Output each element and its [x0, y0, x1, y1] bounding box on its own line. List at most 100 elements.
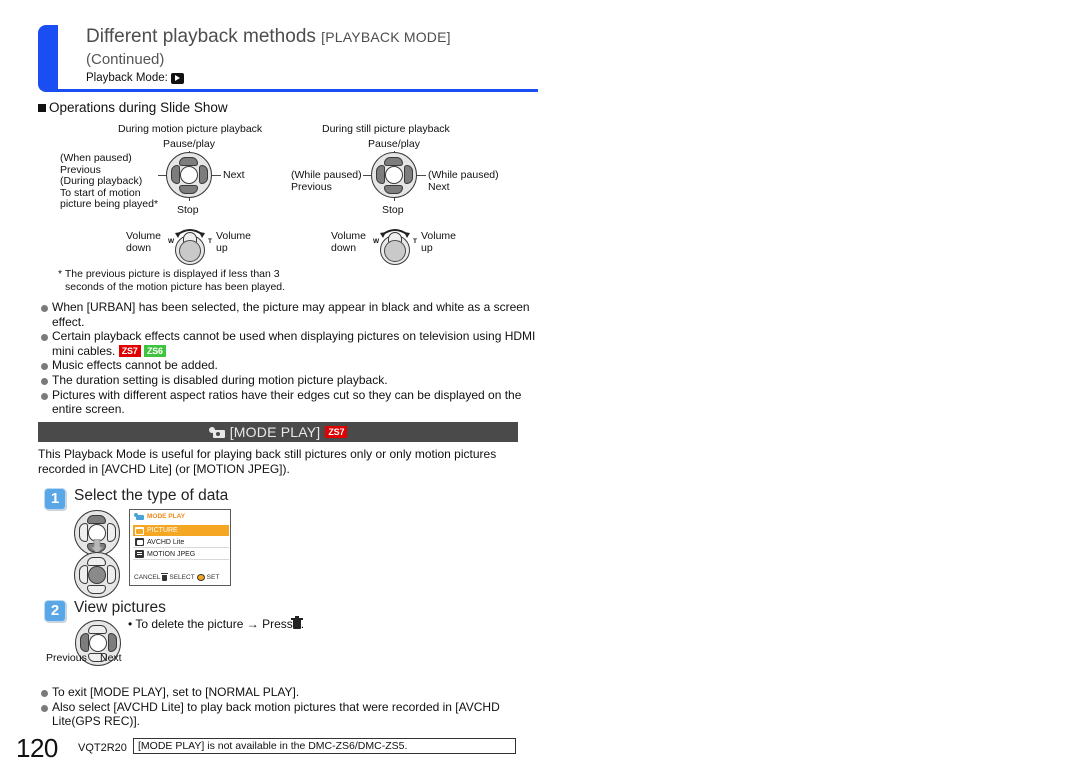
pad-left-segment[interactable] — [375, 165, 385, 184]
mjpeg-icon — [135, 550, 144, 558]
lever-knob[interactable] — [384, 240, 406, 262]
lever-t-label: T — [413, 238, 417, 245]
avchd-icon — [135, 538, 144, 546]
pad-down-segment[interactable] — [179, 184, 198, 194]
trash-icon — [290, 616, 303, 629]
pad-up-segment[interactable] — [179, 156, 198, 166]
pad-label-stop-motion: Stop — [177, 204, 199, 216]
lever-t-label: T — [208, 238, 212, 245]
pad-up-segment[interactable] — [384, 156, 403, 166]
pad-left-segment[interactable] — [170, 165, 180, 184]
notes-list: When [URBAN] has been selected, the pict… — [40, 300, 540, 417]
zoom-lever-motion[interactable]: W T — [166, 226, 214, 266]
step-2-title: View pictures — [74, 599, 166, 616]
mode-play-title: [MODE PLAY] — [229, 424, 321, 440]
step-1-cursor-pad-set[interactable] — [74, 552, 120, 598]
pad-left-line-1: (When paused) — [60, 152, 132, 164]
document-code: VQT2R20 — [78, 742, 127, 754]
page-title: Different playback methods [PLAYBACK MOD… — [86, 26, 451, 48]
zoom-lever-still[interactable]: W T — [371, 226, 419, 266]
lcd-menu-item-picture[interactable]: PICTURE — [133, 525, 229, 536]
pad-label-pause-play-still: Pause/play — [368, 138, 420, 150]
pad-label-next-motion: Next — [223, 169, 245, 181]
page-title-main: Different playback methods — [86, 26, 316, 47]
pad-left-line-4: To start of motion — [60, 186, 141, 199]
note-text: When [URBAN] has been selected, the pict… — [52, 300, 530, 329]
lever-w-label: W — [168, 238, 175, 245]
pad-left-segment[interactable] — [78, 565, 88, 584]
pad-left-segment[interactable] — [78, 523, 88, 542]
still-right-line-2: Next — [428, 180, 450, 193]
note-text: Also select [AVCHD Lite] to play back mo… — [52, 699, 500, 729]
pad-label-left-motion: (When paused) Previous (During playback)… — [60, 152, 159, 211]
still-right-line-1: (While paused) — [428, 169, 499, 181]
lcd-title: MODE PLAY — [134, 513, 185, 520]
pad-left-line-3: (During playback) — [60, 175, 143, 187]
lever-knob[interactable] — [179, 240, 201, 262]
list-item: Certain playback effects cannot be used … — [40, 329, 540, 358]
step-2-note-bullet: • — [128, 617, 133, 631]
pad-left-segment[interactable] — [79, 633, 89, 652]
pad-up-segment[interactable] — [87, 514, 106, 524]
section-heading-label: Operations during Slide Show — [49, 100, 228, 115]
manual-page: Different playback methods [PLAYBACK MOD… — [0, 0, 1080, 765]
pad-right-segment[interactable] — [403, 165, 413, 184]
volume-down-line-1: Volume — [126, 230, 162, 242]
footnote: * The previous picture is displayed if l… — [58, 268, 518, 294]
pad-up-segment[interactable] — [88, 624, 107, 634]
list-item: When [URBAN] has been selected, the pict… — [40, 300, 540, 329]
badge-zs6: ZS6 — [143, 345, 166, 357]
pad-left-line-5: picture being played* — [60, 198, 159, 210]
trash-icon — [161, 573, 169, 581]
camera-lcd-screen: MODE PLAY PICTURE AVCHD Lite MOTION JPEG… — [129, 509, 231, 586]
note-text: To exit [MODE PLAY], set to [NORMAL PLAY… — [52, 685, 300, 699]
camera-icon — [208, 426, 225, 438]
diagram-caption-motion: During motion picture playback — [118, 123, 263, 135]
lcd-cancel-label: CANCEL — [134, 574, 161, 581]
pad-center-button[interactable] — [385, 166, 403, 184]
pad-right-segment[interactable] — [198, 165, 208, 184]
pad-label-pause-play-motion: Pause/play — [163, 138, 215, 150]
lever-label-volume-up-still: Volume up — [421, 230, 457, 254]
volume-down-line-2: down — [126, 241, 152, 254]
bottom-notes-list: To exit [MODE PLAY], set to [NORMAL PLAY… — [40, 685, 540, 729]
page-header: Different playback methods [PLAYBACK MOD… — [38, 25, 538, 92]
pad-right-segment[interactable] — [107, 633, 117, 652]
volume-down-line-1: Volume — [331, 230, 367, 242]
lcd-menu-item-motion-jpeg[interactable]: MOTION JPEG — [133, 549, 229, 560]
page-number: 120 — [16, 733, 58, 763]
lever-label-volume-down-motion: Volume down — [126, 230, 162, 254]
pad-right-segment[interactable] — [106, 523, 116, 542]
list-item: Music effects cannot be added. — [40, 358, 540, 373]
pad-right-segment[interactable] — [106, 565, 116, 584]
lcd-set-label: SET — [206, 574, 220, 581]
continued-label: (Continued) — [86, 51, 165, 68]
pad-center-button[interactable] — [89, 634, 107, 652]
list-item: Pictures with different aspect ratios ha… — [40, 388, 540, 417]
section-heading: Operations during Slide Show — [38, 100, 228, 115]
pad-center-button[interactable] — [88, 566, 106, 584]
cursor-pad-motion[interactable] — [166, 152, 212, 198]
header-body: Different playback methods [PLAYBACK MOD… — [58, 25, 538, 92]
footnote-line-1: * The previous picture is displayed if l… — [58, 268, 280, 280]
cursor-pad-still[interactable] — [371, 152, 417, 198]
lcd-menu-label: PICTURE — [147, 527, 178, 534]
lcd-menu-label: AVCHD Lite — [147, 538, 185, 546]
pad-label-left-still: (While paused) Previous — [291, 169, 362, 193]
volume-up-line-2: up — [216, 241, 228, 254]
badge-zs7: ZS7 — [325, 426, 348, 438]
pad-center-button[interactable] — [180, 166, 198, 184]
lcd-title-label: MODE PLAY — [147, 513, 186, 520]
list-item: Also select [AVCHD Lite] to play back mo… — [40, 700, 540, 729]
playback-mode-line: Playback Mode: — [86, 72, 184, 84]
step-1-badge: 1 — [44, 488, 66, 510]
pad-label-right-still: (While paused) Next — [428, 169, 499, 193]
diagram-caption-still: During still picture playback — [322, 123, 450, 135]
pad-up-segment[interactable] — [87, 556, 106, 566]
pad-down-segment[interactable] — [384, 184, 403, 194]
pad-down-segment[interactable] — [87, 584, 106, 594]
note-text: Pictures with different aspect ratios ha… — [52, 387, 522, 417]
volume-up-line-1: Volume — [421, 230, 457, 242]
lcd-menu-item-avchd-lite[interactable]: AVCHD Lite — [133, 537, 229, 548]
pad-left-line-2: Previous — [60, 163, 101, 176]
